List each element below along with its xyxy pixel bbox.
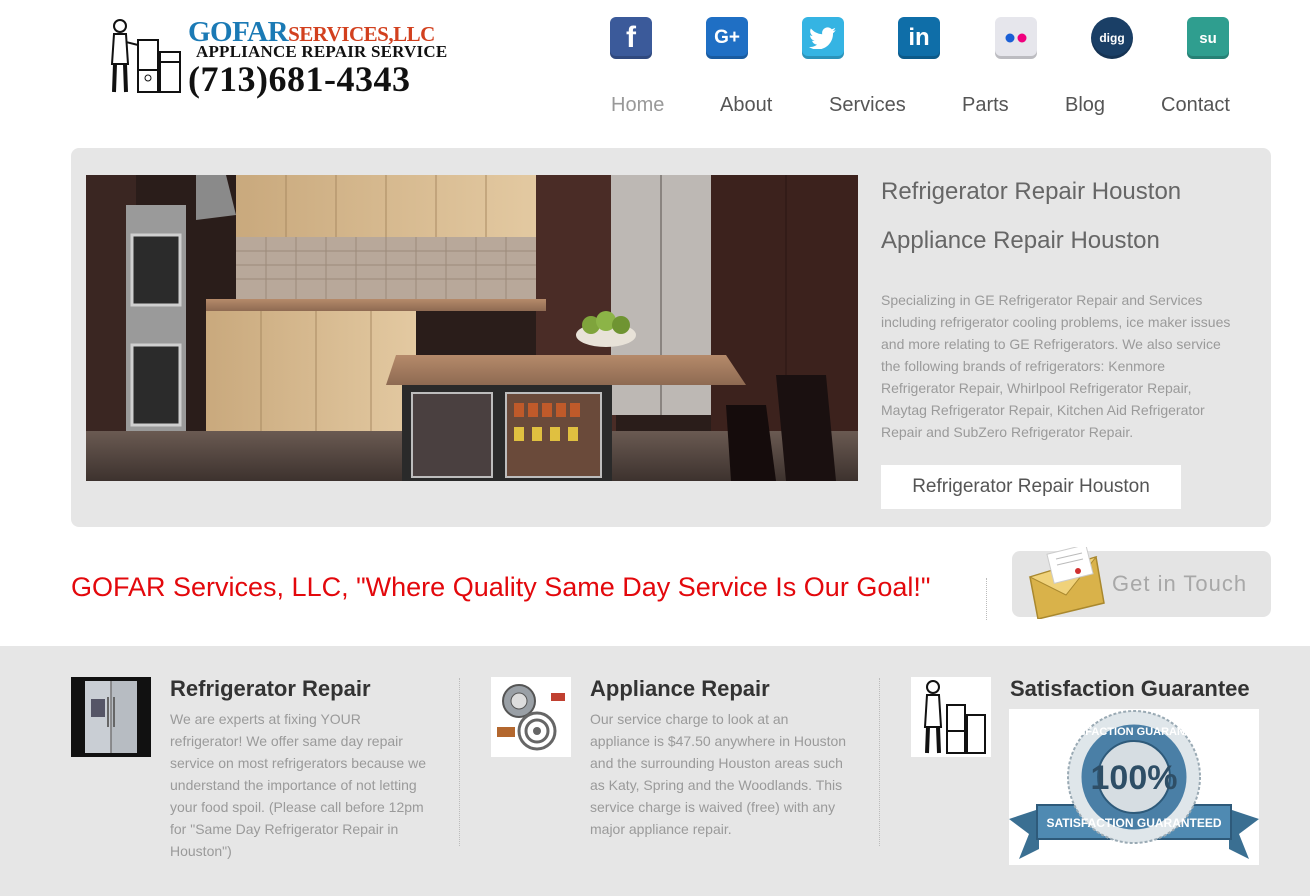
flickr-icon[interactable] [995,17,1037,59]
twitter-bird-icon [809,27,836,49]
nav-parts[interactable]: Parts [962,94,1009,117]
repairman-thumbnail [911,677,991,757]
google-plus-icon[interactable]: G+ [706,17,748,59]
get-in-touch-button[interactable]: Get in Touch [1012,547,1271,619]
badge-ring-text: SATISFACTION GUARANTEED [1054,726,1215,738]
get-in-touch-label: Get in Touch [1112,571,1248,596]
digg-icon[interactable]: digg [1091,17,1133,59]
features-section: Refrigerator Repair We are experts at fi… [0,646,1310,896]
nav-contact[interactable]: Contact [1161,94,1230,117]
badge-percent: 100% [1091,759,1178,797]
twitter-icon[interactable] [802,17,844,59]
feature-title-appliance: Appliance Repair [590,676,770,701]
divider [986,578,987,620]
nav-home[interactable]: Home [611,94,664,117]
satisfaction-badge: 100% SATISFACTION GUARANTEED SATISFACTIO… [1009,709,1259,865]
refrigerator-thumbnail [71,677,151,757]
tagline: GOFAR Services, LLC, "Where Quality Same… [71,572,931,602]
flickr-dots-icon [1005,33,1027,43]
facebook-icon[interactable]: f [610,17,652,59]
refrigerator-repair-button[interactable]: Refrigerator Repair Houston [881,465,1181,509]
hero-panel: Refrigerator Repair Houston Appliance Re… [71,148,1271,527]
kitchen-image [86,175,858,481]
appliance-parts-thumbnail [491,677,571,757]
hero-title-refrigerator: Refrigerator Repair Houston [881,178,1182,205]
nav-blog[interactable]: Blog [1065,94,1105,117]
envelope-icon [1028,547,1105,619]
nav-services[interactable]: Services [829,94,906,117]
refrigerator-icon [71,677,151,757]
hero-description: Specializing in GE Refrigerator Repair a… [881,292,1231,440]
repairman-icon [913,677,989,757]
stumbleupon-icon[interactable]: su [1187,17,1229,59]
feature-text-appliance: Our service charge to look at an applian… [590,711,847,837]
appliance-parts-icon [491,677,571,757]
main-nav: Home About Services Parts Blog Contact [0,94,1310,118]
linkedin-icon[interactable]: in [898,17,940,59]
hero-title-appliance: Appliance Repair Houston [881,227,1160,254]
satisfaction-seal-icon: 100% SATISFACTION GUARANTEED SATISFACTIO… [1009,709,1259,865]
feature-title-satisfaction: Satisfaction Guarantee [1010,676,1250,701]
divider [459,678,460,846]
nav-about[interactable]: About [720,94,772,117]
site-logo[interactable]: GOFARSERVICES,LLC APPLIANCE REPAIR SERVI… [108,14,448,99]
badge-ribbon-text: SATISFACTION GUARANTEED [1046,816,1221,830]
feature-title-refrigerator: Refrigerator Repair [170,676,371,701]
divider [879,678,880,846]
feature-text-refrigerator: We are experts at fixing YOUR refrigerat… [170,711,426,859]
repairman-logo-icon [110,19,181,93]
